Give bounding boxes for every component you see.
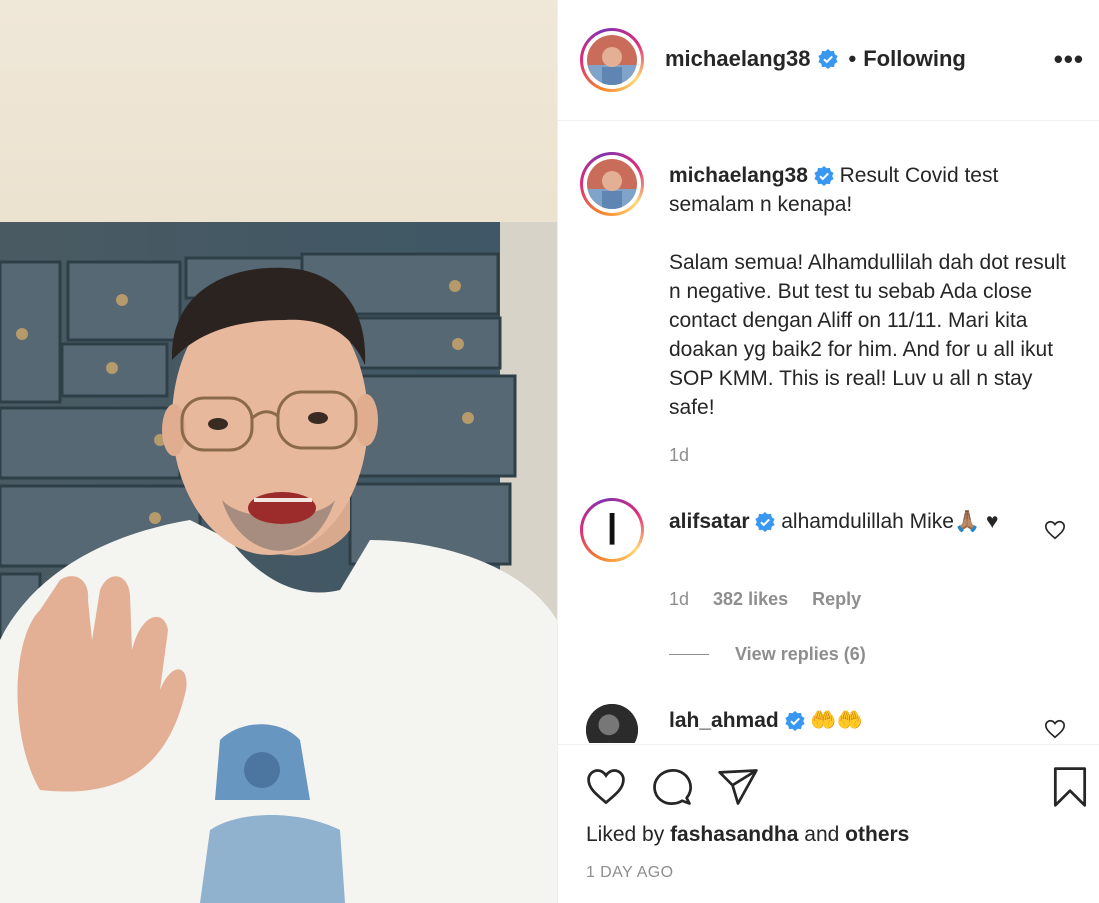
commenter-avatar-lah-ahmad[interactable] <box>586 704 638 743</box>
liked-by-prefix: Liked by <box>586 823 671 846</box>
author-header-line: michaelang38 • Following <box>665 46 966 72</box>
comment-like-heart-icon[interactable] <box>1044 718 1066 740</box>
commenter-avatar-alifsatar[interactable]: ا <box>580 498 644 562</box>
comment-like-heart-icon[interactable] <box>1044 519 1066 541</box>
liked-by-others[interactable]: others <box>845 823 909 846</box>
comment-text: 🤲🤲 <box>804 709 863 732</box>
commenter-avatar-glyph: ا <box>587 505 637 555</box>
more-options-icon[interactable]: ••• <box>1054 46 1084 72</box>
view-replies-button[interactable]: View replies (6) <box>669 644 866 665</box>
post-date[interactable]: 1 DAY AGO <box>586 864 674 882</box>
comment-reply-button[interactable]: Reply <box>812 589 861 609</box>
following-button[interactable]: Following <box>863 46 966 72</box>
liked-by-summary: Liked by fashasandha and others <box>586 823 909 847</box>
view-replies-divider <box>669 654 709 655</box>
comment-item: alifsatar alhamdulillah Mike🙏🏽 ♥ <box>669 507 1029 536</box>
verified-badge-icon <box>817 49 838 69</box>
post-caption: michaelang38 Result Covid test semalam n… <box>669 161 1079 422</box>
comment-text: alhamdulillah Mike🙏🏽 ♥ <box>775 510 999 533</box>
bookmark-icon[interactable] <box>1048 765 1092 809</box>
heart-icon[interactable] <box>584 765 628 809</box>
verified-badge-icon <box>814 166 834 187</box>
liked-by-user[interactable]: fashasandha <box>670 823 798 846</box>
header-separator: • <box>848 46 857 71</box>
paper-plane-icon[interactable] <box>716 765 760 809</box>
post-sidebar: michaelang38 • Following ••• michaelang3… <box>557 0 1099 903</box>
verified-badge-icon <box>784 711 805 732</box>
comment-meta: 1d 382 likes Reply <box>669 589 861 610</box>
comments-list[interactable]: michaelang38 Result Covid test semalam n… <box>558 122 1099 743</box>
comment-like-count[interactable]: 382 likes <box>713 589 788 609</box>
view-replies-label: View replies (6) <box>735 644 866 664</box>
post-media[interactable] <box>0 0 557 903</box>
video-frame-image <box>0 0 557 903</box>
comment-username[interactable]: lah_ahmad <box>669 709 779 732</box>
comment-username[interactable]: alifsatar <box>669 510 750 533</box>
comment-timestamp[interactable]: 1d <box>669 589 689 609</box>
caption-body: Salam semua! Alhamdullilah dah dot resul… <box>669 251 1066 419</box>
caption-avatar-image <box>587 159 637 209</box>
post-actions: Liked by fashasandha and others 1 DAY AG… <box>558 744 1099 903</box>
verified-badge-icon <box>755 512 775 533</box>
caption-timestamp[interactable]: 1d <box>669 445 689 466</box>
caption-username[interactable]: michaelang38 <box>669 164 808 187</box>
author-avatar[interactable] <box>580 28 644 92</box>
comment-item: lah_ahmad 🤲🤲 <box>669 706 1049 735</box>
author-username[interactable]: michaelang38 <box>665 46 811 72</box>
author-avatar-image <box>587 35 637 85</box>
comment-bubble-icon[interactable] <box>650 765 694 809</box>
post-header: michaelang38 • Following ••• <box>558 0 1099 121</box>
caption-author-avatar[interactable] <box>580 152 644 216</box>
liked-by-mid: and <box>798 823 846 846</box>
